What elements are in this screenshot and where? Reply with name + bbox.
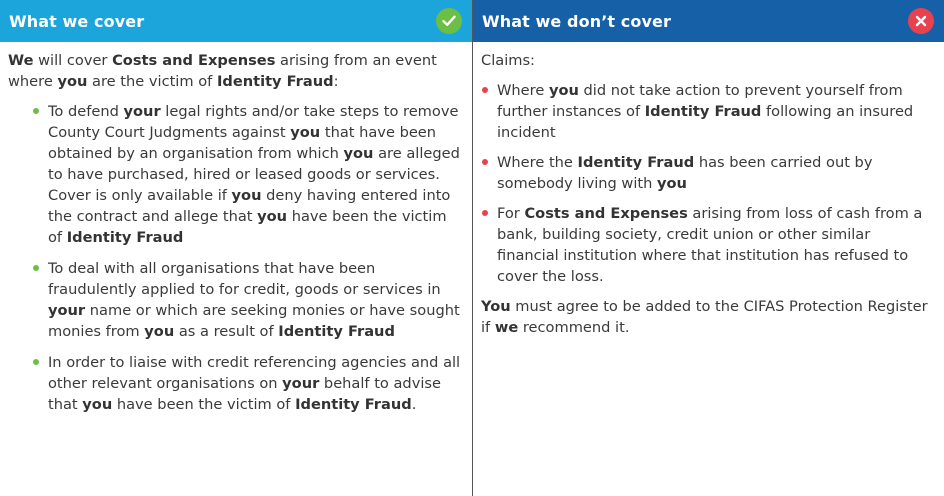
- emphasis-text: your: [123, 103, 161, 120]
- bullet-icon: [482, 210, 488, 216]
- list-item: Where you did not take action to prevent…: [481, 80, 936, 143]
- text-segment: To defend: [48, 103, 124, 120]
- bullet-icon: [482, 87, 488, 93]
- emphasis-text: your: [282, 375, 320, 392]
- bullet-icon: [33, 359, 39, 365]
- what-we-dont-cover-column: What we don’t cover Claims: Where you di…: [473, 0, 944, 496]
- text-segment: Where: [497, 82, 549, 99]
- emphasis-text: We: [8, 52, 34, 69]
- what-we-cover-body: We will cover Costs and Expenses arising…: [0, 42, 472, 415]
- emphasis-text: you: [144, 323, 175, 340]
- emphasis-text: Identity Fraud: [278, 323, 395, 340]
- coverage-comparison: What we cover We will cover Costs and Ex…: [0, 0, 944, 496]
- text-segment: :: [333, 73, 339, 90]
- what-we-cover-header: What we cover: [0, 0, 472, 42]
- text-segment: have been the victim of: [112, 396, 296, 413]
- emphasis-text: you: [57, 73, 88, 90]
- what-we-cover-title: What we cover: [9, 11, 145, 31]
- emphasis-text: you: [343, 145, 374, 162]
- emphasis-text: Identity Fraud: [577, 154, 695, 171]
- text-segment: Where the: [497, 154, 578, 171]
- close-icon: [908, 8, 934, 34]
- bullet-icon: [482, 159, 488, 165]
- emphasis-text: you: [290, 124, 321, 141]
- emphasis-text: Costs and Expenses: [112, 52, 276, 69]
- emphasis-text: you: [82, 396, 113, 413]
- bullet-icon: [33, 265, 39, 271]
- list-item: To defend your legal rights and/or take …: [32, 101, 464, 248]
- emphasis-text: Identity Fraud: [216, 73, 334, 90]
- text-segment: as a result of: [174, 323, 279, 340]
- bullet-icon: [33, 108, 39, 114]
- what-we-dont-cover-body: Claims: Where you did not take action to…: [473, 42, 944, 338]
- not-cover-closing: You must agree to be added to the CIFAS …: [481, 296, 936, 338]
- emphasis-text: You: [481, 298, 511, 315]
- list-item: For Costs and Expenses arising from loss…: [481, 203, 936, 287]
- text-segment: For: [497, 205, 525, 222]
- text-segment: .: [411, 396, 417, 413]
- emphasis-text: you: [548, 82, 579, 99]
- emphasis-text: Identity Fraud: [66, 229, 184, 246]
- what-we-cover-column: What we cover We will cover Costs and Ex…: [0, 0, 472, 496]
- cover-intro: We will cover Costs and Expenses arising…: [8, 50, 464, 92]
- list-item: To deal with all organisations that have…: [32, 258, 464, 342]
- emphasis-text: you: [657, 175, 687, 192]
- list-item: In order to liaise with credit referenci…: [32, 352, 464, 415]
- what-we-dont-cover-header: What we don’t cover: [473, 0, 944, 42]
- not-cover-list: Where you did not take action to prevent…: [481, 80, 936, 287]
- emphasis-text: Identity Fraud: [644, 103, 762, 120]
- emphasis-text: your: [48, 302, 86, 319]
- text-segment: Claims:: [481, 52, 535, 69]
- text-segment: will cover: [33, 52, 113, 69]
- text-segment: To deal with all organisations that have…: [48, 260, 441, 298]
- emphasis-text: you: [231, 187, 262, 204]
- text-segment: recommend it.: [518, 319, 630, 336]
- what-we-dont-cover-title: What we don’t cover: [482, 11, 671, 31]
- emphasis-text: Costs and Expenses: [524, 205, 688, 222]
- text-segment: are the victim of: [87, 73, 217, 90]
- emphasis-text: you: [257, 208, 288, 225]
- not-cover-intro: Claims:: [481, 50, 936, 71]
- emphasis-text: we: [494, 319, 519, 336]
- emphasis-text: Identity Fraud: [295, 396, 412, 413]
- cover-list: To defend your legal rights and/or take …: [8, 101, 464, 415]
- check-icon: [436, 8, 462, 34]
- list-item: Where the Identity Fraud has been carrie…: [481, 152, 936, 194]
